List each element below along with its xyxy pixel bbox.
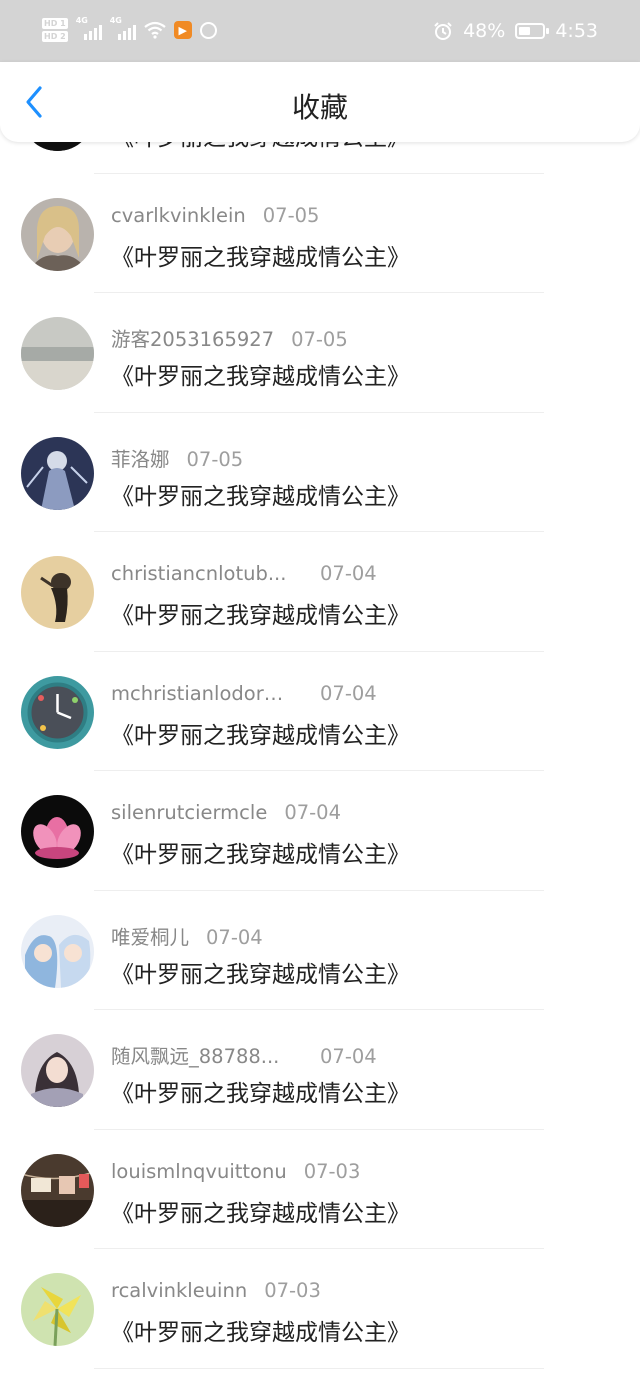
avatar[interactable] [21, 795, 94, 868]
username: christiancnlotub... [111, 562, 287, 585]
username: 唯爱桐儿 [111, 925, 190, 949]
hd2-badge: HD 2 [42, 31, 68, 42]
list-item[interactable]: 游客2053165927 07-05 《叶罗丽之我穿越成情公主》 [0, 293, 640, 413]
item-date: 07-05 [262, 203, 320, 227]
item-meta: mchristianlodoru... 07-04 [111, 682, 377, 705]
list-item[interactable]: cvarlkvinklein 07-05 《叶罗丽之我穿越成情公主》 [0, 174, 640, 293]
avatar[interactable] [21, 1273, 94, 1346]
network-type-label: 4G [75, 16, 88, 25]
item-date: 07-04 [320, 562, 377, 585]
item-meta: 菲洛娜 07-05 [111, 443, 243, 472]
alarm-icon [434, 22, 452, 40]
item-date: 07-05 [291, 328, 348, 351]
item-meta: silenrutciermcle 07-04 [111, 801, 341, 824]
item-date: 07-04 [320, 1045, 377, 1068]
list-item[interactable]: 菲洛娜 07-05 《叶罗丽之我穿越成情公主》 [0, 413, 640, 532]
list-item[interactable]: louismlnqvuittonu 07-03 《叶罗丽之我穿越成情公主》 [0, 1130, 640, 1249]
username: cvarlkvinklein [111, 203, 246, 227]
divider [94, 1367, 544, 1369]
book-title[interactable]: 《叶罗丽之我穿越成情公主》 [111, 357, 410, 391]
book-title[interactable]: 《叶罗丽之我穿越成情公主》 [111, 1313, 410, 1347]
signal-icon: 4G [75, 16, 102, 42]
avatar[interactable] [21, 1034, 94, 1107]
item-meta: rcalvinkleuinn 07-03 [111, 1279, 321, 1302]
book-title[interactable]: 《叶罗丽之我穿越成情公主》 [111, 716, 410, 750]
item-date: 07-04 [320, 681, 377, 705]
item-meta: 唯爱桐儿 07-04 [111, 921, 263, 950]
video-app-icon: ▶ [173, 21, 192, 39]
list-item[interactable]: christiancnlotub... 07-04 《叶罗丽之我穿越成情公主》 [0, 532, 640, 652]
username: silenrutciermcle [111, 801, 268, 824]
list-item[interactable]: rcalvinkleuinn 07-03 《叶罗丽之我穿越成情公主》 [0, 1249, 640, 1369]
book-title[interactable]: 《叶罗丽之我穿越成情公主》 [111, 477, 410, 511]
status-right: 48% 4:53 [433, 20, 598, 42]
book-title[interactable]: 《叶罗丽之我穿越成情公主》 [111, 1074, 410, 1108]
item-date: 07-03 [303, 1159, 361, 1183]
favorites-screen: HD 1 HD 2 4G 4G ▶ 48% 4:53 收藏 cvarlkvink… [0, 0, 640, 1387]
list-item[interactable]: silenrutciermcle 07-04 《叶罗丽之我穿越成情公主》 [0, 771, 640, 891]
item-date: 07-04 [284, 801, 341, 824]
avatar[interactable] [21, 675, 94, 749]
avatar[interactable] [21, 436, 94, 510]
battery-icon [515, 23, 550, 39]
username: rcalvinkleuinn [111, 1279, 248, 1302]
avatar[interactable] [21, 317, 94, 390]
list-item[interactable]: mchristianlodoru... 07-04 《叶罗丽之我穿越成情公主》 [0, 652, 640, 771]
username: 随风飘远_88788... [111, 1045, 280, 1068]
username: 游客2053165927 [111, 328, 275, 351]
book-title[interactable]: 《叶罗丽之我穿越成情公主》 [111, 835, 410, 869]
wifi-icon [144, 21, 166, 39]
username: 菲洛娜 [111, 447, 170, 471]
username: mchristianlodoru... [111, 681, 293, 705]
battery-fill [519, 27, 530, 35]
item-meta: cvarlkvinklein 07-05 [111, 204, 319, 227]
list-item[interactable]: 唯爱桐儿 07-04 《叶罗丽之我穿越成情公主》 [0, 891, 640, 1010]
avatar[interactable] [21, 197, 94, 271]
avatar[interactable] [21, 1153, 94, 1227]
item-date: 07-03 [264, 1279, 321, 1302]
app-notification-icon [199, 21, 217, 39]
list-item[interactable]: 随风飘远_88788... 07-04 《叶罗丽之我穿越成情公主》 [0, 1010, 640, 1130]
book-title[interactable]: 《叶罗丽之我穿越成情公主》 [111, 955, 410, 989]
avatar[interactable] [21, 914, 94, 988]
item-meta: 随风飘远_88788... 07-04 [111, 1040, 377, 1069]
status-left: HD 1 HD 2 4G 4G ▶ [42, 16, 217, 42]
item-date: 07-04 [206, 925, 263, 949]
item-date: 07-05 [186, 447, 244, 471]
item-meta: louismlnqvuittonu 07-03 [111, 1160, 360, 1183]
avatar[interactable] [21, 556, 94, 629]
page-title: 收藏 [291, 91, 348, 124]
signal-icon-2: 4G [109, 16, 136, 42]
item-meta: christiancnlotub... 07-04 [111, 562, 377, 585]
item-meta: 游客2053165927 07-05 [111, 323, 348, 352]
battery-percent: 48% [463, 20, 506, 42]
hd-indicators: HD 1 HD 2 [42, 18, 68, 42]
book-title[interactable]: 《叶罗丽之我穿越成情公主》 [111, 238, 410, 272]
clock-time: 4:53 [555, 20, 598, 42]
status-bar: HD 1 HD 2 4G 4G ▶ 48% 4:53 [0, 0, 640, 62]
hd1-badge: HD 1 [42, 18, 68, 29]
network-type-label-2: 4G [109, 16, 122, 25]
username: louismlnqvuittonu [111, 1159, 287, 1183]
book-title[interactable]: 《叶罗丽之我穿越成情公主》 [111, 596, 410, 630]
book-title[interactable]: 《叶罗丽之我穿越成情公主》 [111, 1194, 410, 1228]
favorites-list: 想你 07-05 《叶罗丽之我穿越成情公主》 [0, 78, 640, 1387]
app-header: 收藏 [0, 62, 640, 142]
